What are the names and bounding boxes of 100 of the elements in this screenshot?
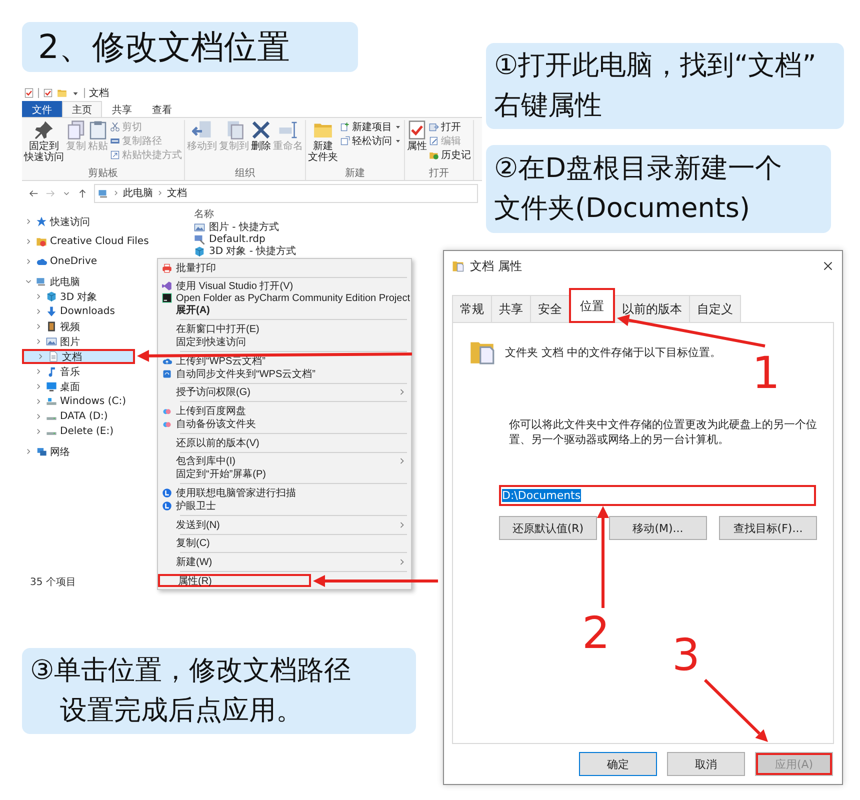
step-number: 3 xyxy=(672,634,700,678)
app-icon xyxy=(162,281,172,292)
file-name[interactable]: 3D 对象 - 快捷方式 xyxy=(209,244,296,258)
ribbon-button[interactable]: 轻松访问 xyxy=(340,134,402,147)
cloud-upload-icon xyxy=(162,356,172,366)
ribbon-button[interactable]: 新建 文件夹 xyxy=(308,120,338,168)
menu-item[interactable]: 复制(C) xyxy=(158,536,411,550)
menu-item[interactable]: 包含到库中(I) xyxy=(158,454,411,468)
ribbon-button[interactable]: 固定到 快速访问 xyxy=(24,120,64,168)
cube-icon xyxy=(46,291,57,302)
tab[interactable]: 安全 xyxy=(530,295,570,322)
step-number: 1 xyxy=(752,352,780,396)
menu-item[interactable]: 自动备份该文件夹 xyxy=(158,417,411,430)
back-icon[interactable] xyxy=(28,188,39,198)
star-icon xyxy=(36,216,47,227)
scissors-icon xyxy=(110,122,120,132)
action-button[interactable]: 还原默认值(R) xyxy=(499,516,597,540)
ribbon-button[interactable]: 历史记 xyxy=(429,148,471,161)
dialog-button[interactable]: 确定 xyxy=(579,752,657,776)
callout-text: ②在D盘根目录新建一个 xyxy=(494,152,783,186)
address-bar[interactable]: 此电脑 文档 xyxy=(94,184,478,202)
ribbon-tab[interactable]: 主页 xyxy=(62,101,102,117)
menu-item[interactable]: 使用 Visual Studio 打开(V) xyxy=(158,280,411,293)
nav-item[interactable]: 文档 xyxy=(22,349,135,364)
action-button[interactable]: 移动(M)... xyxy=(609,516,707,540)
menu-item[interactable]: 上传到百度网盘 xyxy=(158,404,411,418)
callout-text: ③单击位置，修改文档路径 xyxy=(30,654,352,688)
group-label: 剪贴板 xyxy=(87,168,119,180)
copy-icon xyxy=(66,120,86,140)
headline: 2、修改文档位置 xyxy=(38,26,290,68)
menu-item[interactable]: 授予访问权限(G) xyxy=(158,386,411,399)
menu-item[interactable]: 自动同步文件夹到“WPS云文档” xyxy=(158,367,411,380)
callout-text: 设置完成后点应用。 xyxy=(59,694,304,728)
menu-item[interactable]: Open Folder as PyCharm Community Edition Project xyxy=(158,292,411,304)
menu-item[interactable]: 护眼卫士 xyxy=(158,499,411,512)
chevron-right-icon xyxy=(112,189,120,197)
pin-icon xyxy=(34,120,54,140)
group-label: 组织 xyxy=(234,168,256,180)
printer-icon xyxy=(162,262,172,272)
breadcrumb[interactable]: 文档 xyxy=(167,186,187,200)
tab[interactable]: 位置 xyxy=(569,288,615,323)
menu-item[interactable]: 使用联想电脑管家进行扫描 xyxy=(158,486,411,500)
ribbon-button[interactable]: 新建项目 xyxy=(340,120,402,133)
nav-item[interactable]: 快速访问 xyxy=(22,214,182,229)
app-icon xyxy=(162,293,172,304)
ribbon-tab[interactable]: 查看 xyxy=(142,101,182,117)
ribbon-tab[interactable]: 共享 xyxy=(102,101,142,117)
location-note: 文件夹 文档 中的文件存储于以下目标位置。 xyxy=(505,344,721,360)
menu-item[interactable]: 发送到(N) xyxy=(158,518,411,532)
ribbon-button[interactable]: 打开 xyxy=(429,120,471,133)
description-text: 你可以将此文件夹中文件存储的位置更改为此硬盘上的另一个位置、另一个驱动器或网络上的另一台计算机。 xyxy=(509,417,818,447)
tab[interactable]: 以前的版本 xyxy=(614,295,690,322)
path-field[interactable]: D:\Documents xyxy=(499,485,816,506)
history-icon xyxy=(429,150,439,160)
callout-text: 文件夹(Documents) xyxy=(494,192,752,226)
menu-item[interactable]: 属性(R) xyxy=(158,574,311,588)
menu-item[interactable]: 固定到“开始”屏幕(P) xyxy=(158,468,411,481)
callout-text: ①打开此电脑，找到“文档” xyxy=(494,49,818,83)
move-to-icon xyxy=(192,120,212,140)
up-icon[interactable] xyxy=(77,188,88,198)
path-icon xyxy=(110,136,120,146)
menu-item[interactable]: 还原以前的版本(V) xyxy=(158,436,411,450)
drive-icon xyxy=(46,396,57,407)
open-icon xyxy=(429,122,439,132)
menu-item[interactable]: 在新窗口中打开(E) xyxy=(158,322,411,336)
folder-icon xyxy=(57,88,67,98)
nav-item[interactable]: Creative Cloud Files xyxy=(22,234,182,249)
column-header[interactable]: 名称 xyxy=(192,207,214,221)
monitor-icon xyxy=(46,381,57,392)
image-icon xyxy=(46,336,57,347)
edit-icon xyxy=(429,136,439,146)
menu-item[interactable]: 展开(A) xyxy=(158,304,411,317)
computer-icon xyxy=(36,276,47,287)
clipboard-icon xyxy=(88,120,108,140)
tab[interactable]: 常规 xyxy=(452,295,492,322)
tab[interactable]: 共享 xyxy=(491,295,531,322)
file-name[interactable]: 图片 - 快捷方式 xyxy=(209,220,279,234)
rename-icon xyxy=(278,120,298,140)
breadcrumb[interactable]: 此电脑 xyxy=(123,186,153,200)
group-label: 打开 xyxy=(428,168,450,180)
action-button[interactable]: 查找目标(F)... xyxy=(719,516,817,540)
file-menu-button[interactable]: 文件 xyxy=(22,101,62,117)
cloud-icon xyxy=(36,256,47,267)
ribbon-button[interactable]: 属性 xyxy=(407,120,427,168)
checkbox-icon xyxy=(43,88,53,98)
film-icon xyxy=(46,321,57,332)
document-icon xyxy=(48,351,59,362)
tab[interactable]: 自定义 xyxy=(689,295,741,322)
status-text: 35 个项目 xyxy=(30,576,76,590)
menu-item[interactable]: 固定到快速访问 xyxy=(158,335,411,348)
menu-item[interactable]: 新建(W) xyxy=(158,555,411,568)
close-icon xyxy=(822,260,834,272)
step-number: 2 xyxy=(582,612,610,656)
round-logo-icon xyxy=(162,500,172,511)
menu-item[interactable]: 批量打印 xyxy=(158,261,411,274)
file-name[interactable]: Default.rdp xyxy=(209,234,266,244)
image-icon xyxy=(194,222,205,232)
ribbon-button[interactable]: 删除 xyxy=(251,120,271,168)
dialog-button[interactable]: 取消 xyxy=(667,752,745,776)
chevron-right-icon xyxy=(156,189,164,197)
